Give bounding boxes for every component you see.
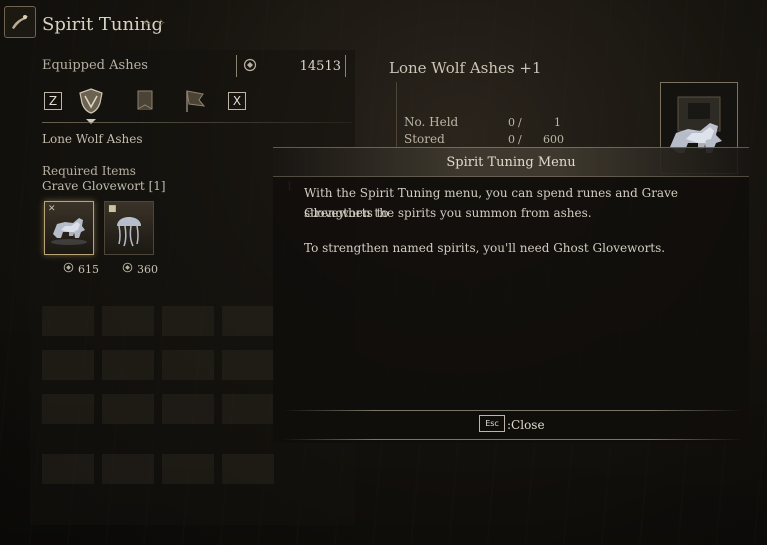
dialog-header: Spirit Tuning Menu xyxy=(273,147,749,177)
tab-banner[interactable] xyxy=(130,86,160,116)
flag-icon xyxy=(186,90,206,112)
empty-slot[interactable] xyxy=(162,350,214,380)
stat-separator: / xyxy=(518,133,522,146)
esc-key-icon[interactable]: Esc xyxy=(479,415,505,432)
tab-shield[interactable] xyxy=(76,86,106,116)
rune-counter: 14513 xyxy=(236,55,346,77)
empty-slot[interactable] xyxy=(222,454,274,484)
empty-slot[interactable] xyxy=(162,306,214,336)
spirit-tuning-dialog: Spirit Tuning Menu With the Spirit Tunin… xyxy=(273,147,749,443)
wolf-ash-cost: 615 xyxy=(63,262,99,276)
cost-value: 615 xyxy=(78,262,99,276)
equipped-marker-icon: ✕ xyxy=(48,204,56,214)
empty-slot[interactable] xyxy=(102,394,154,424)
jellyfish-ash-cost: 360 xyxy=(122,262,158,276)
tab-prev-key[interactable]: Z xyxy=(44,92,62,110)
dialog-text-line: strengthen the spirits you summon from a… xyxy=(304,206,592,220)
rune-count: 14513 xyxy=(299,58,341,74)
empty-slot[interactable] xyxy=(42,306,94,336)
banner-icon xyxy=(137,90,153,110)
shield-icon xyxy=(79,88,103,114)
stat-stored-current: 0 xyxy=(508,133,515,146)
required-items-label: Required Items xyxy=(42,164,136,178)
ash-slot-wolf[interactable]: ✕ xyxy=(44,201,94,255)
close-label[interactable]: :Close xyxy=(507,418,545,432)
category-tabs: Z X xyxy=(42,86,352,118)
rune-icon xyxy=(122,262,133,276)
rune-icon xyxy=(243,57,257,76)
required-item-name: Grave Glovewort [1] xyxy=(42,179,166,193)
empty-slot[interactable] xyxy=(42,454,94,484)
empty-slot[interactable] xyxy=(222,394,274,424)
dialog-title: Spirit Tuning Menu xyxy=(446,155,576,170)
cost-value: 360 xyxy=(137,262,158,276)
empty-slot[interactable] xyxy=(222,306,274,336)
tab-divider xyxy=(42,122,352,123)
wolf-ashes-icon xyxy=(51,218,87,245)
stat-label-stored: Stored xyxy=(404,132,445,146)
stat-held-max: 1 xyxy=(554,116,561,129)
ash-slot-jellyfish[interactable]: ■ xyxy=(104,201,154,255)
selected-ash-name: Lone Wolf Ashes xyxy=(42,132,143,146)
equipped-marker-icon: ■ xyxy=(108,204,117,214)
tab-flag[interactable] xyxy=(180,86,210,116)
equipped-ashes-label: Equipped Ashes xyxy=(42,58,148,73)
empty-slot[interactable] xyxy=(42,350,94,380)
dialog-footer-divider xyxy=(283,410,743,411)
title-ornament-icon: ✧ ✧ xyxy=(142,16,166,30)
spirit-tuning-emblem-icon xyxy=(4,6,36,38)
stat-held-current: 0 xyxy=(508,116,515,129)
empty-slot[interactable] xyxy=(102,350,154,380)
empty-slot[interactable] xyxy=(162,394,214,424)
menu-header: Spirit Tuning ✧ ✧ xyxy=(0,0,767,52)
empty-slot[interactable] xyxy=(102,454,154,484)
tab-next-key[interactable]: X xyxy=(228,92,246,110)
stat-separator: / xyxy=(518,116,522,129)
empty-slot[interactable] xyxy=(102,306,154,336)
empty-slot[interactable] xyxy=(42,394,94,424)
rune-icon xyxy=(63,262,74,276)
stat-label-held: No. Held xyxy=(404,115,459,129)
item-info-title: Lone Wolf Ashes +1 xyxy=(389,59,542,77)
dialog-footer-divider xyxy=(283,439,743,440)
empty-slot[interactable] xyxy=(162,454,214,484)
dialog-text-line: To strengthen named spirits, you'll need… xyxy=(304,241,666,255)
empty-slot[interactable] xyxy=(222,350,274,380)
stat-stored-max: 600 xyxy=(543,133,564,146)
